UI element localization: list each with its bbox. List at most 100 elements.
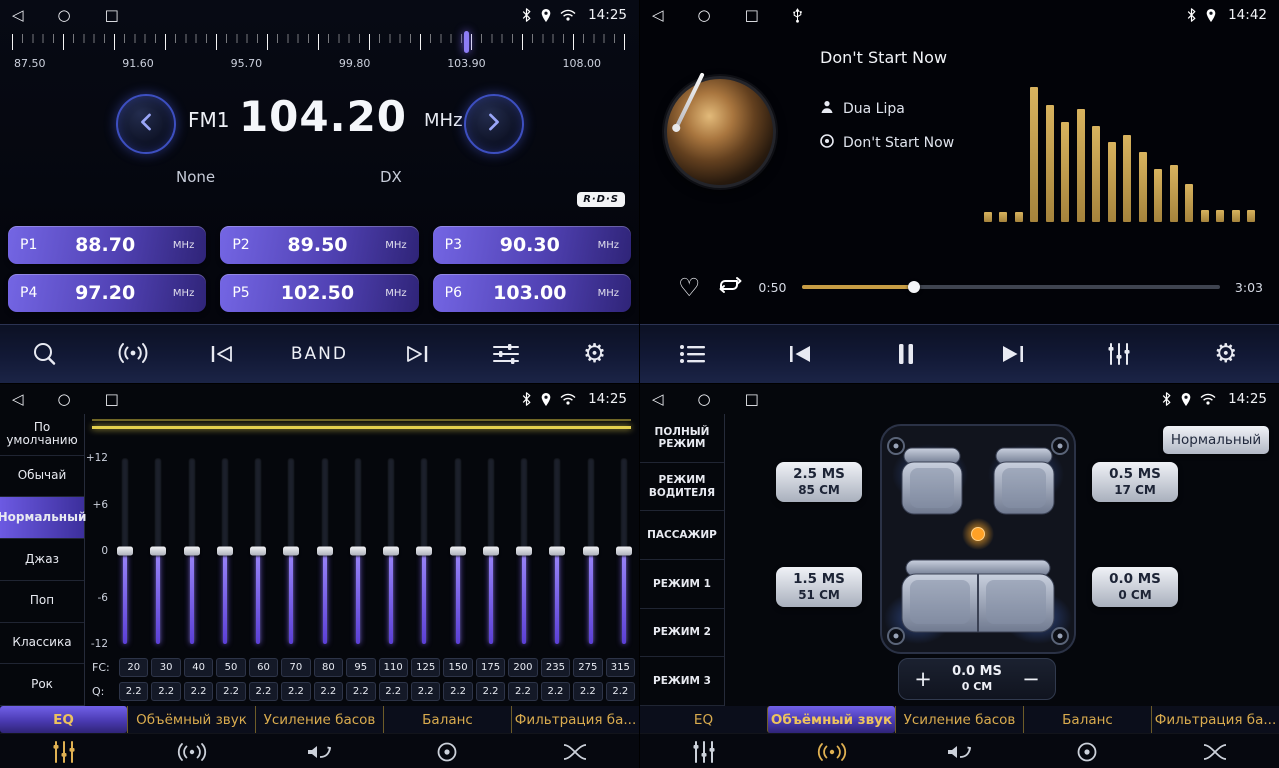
previous-button[interactable] [202,344,242,364]
recents-icon[interactable]: □ [105,392,119,407]
radio-preset-button[interactable]: P3 90.30 MHz [433,226,631,264]
radio-preset-button[interactable]: P4 97.20 MHz [8,274,206,312]
recents-icon[interactable]: □ [745,8,759,23]
bass-boost-icon[interactable] [256,741,384,763]
back-icon[interactable]: ◁ [652,8,664,23]
seek-bar-knob[interactable] [908,281,920,293]
slider-handle[interactable] [317,547,333,556]
eq-band-slider[interactable] [615,458,633,644]
delay-rear-right[interactable]: 0.0 MS 0 CM [1092,567,1178,607]
eq-band-slider[interactable] [349,458,367,644]
equalizer-icon[interactable] [0,740,128,764]
slider-handle[interactable] [583,547,599,556]
eq-band-slider[interactable] [116,458,134,644]
slider-handle[interactable] [383,547,399,556]
radio-preset-button[interactable]: P5 102.50 MHz [220,274,418,312]
slider-handle[interactable] [150,547,166,556]
delay-rear-left[interactable]: 1.5 MS 51 CM [776,567,862,607]
eq-band-slider[interactable] [415,458,433,644]
frequency-indicator[interactable] [464,31,469,53]
eq-preset-item[interactable]: Джаз [0,539,84,581]
audio-tab[interactable]: EQ [0,706,127,733]
eq-band-slider[interactable] [316,458,334,644]
eq-band-slider[interactable] [149,458,167,644]
audio-tab[interactable]: Баланс [383,706,511,733]
eq-preset-item[interactable]: Обычай [0,456,84,498]
eq-preset-item[interactable]: Нормальный [0,497,84,539]
equalizer-icon[interactable] [1099,342,1139,366]
balance-icon[interactable] [1023,741,1151,763]
surround-sound-icon[interactable] [128,742,256,762]
audio-tab[interactable]: Усиление басов [255,706,383,733]
filter-icon[interactable] [511,741,639,763]
bass-boost-icon[interactable] [896,741,1024,763]
seek-up-button[interactable] [464,94,524,154]
delay-front-left[interactable]: 2.5 MS 85 CM [776,462,862,502]
eq-band-slider[interactable] [249,458,267,644]
eq-band-slider[interactable] [282,458,300,644]
listening-mode-item[interactable]: РЕЖИМ 2 [640,609,724,658]
back-icon[interactable]: ◁ [12,392,24,407]
eq-band-slider[interactable] [548,458,566,644]
delay-front-right[interactable]: 0.5 MS 17 CM [1092,462,1178,502]
eq-band-slider[interactable] [449,458,467,644]
slider-handle[interactable] [250,547,266,556]
home-icon[interactable]: ○ [58,8,71,23]
scan-button[interactable] [24,341,64,367]
listening-mode-item[interactable]: РЕЖИМ 3 [640,657,724,706]
slider-handle[interactable] [483,547,499,556]
eq-preset-item[interactable]: Поп [0,581,84,623]
previous-track-button[interactable] [780,344,820,364]
settings-gear-icon[interactable]: ⚙ [574,341,614,367]
slider-handle[interactable] [350,547,366,556]
seek-down-button[interactable] [116,94,176,154]
car-cabin-graphic[interactable] [878,422,1078,656]
eq-preset-item[interactable]: Классика [0,623,84,665]
surround-sound-icon[interactable] [768,742,896,762]
listening-mode-item[interactable]: ПАССАЖИР [640,511,724,560]
eq-band-slider[interactable] [183,458,201,644]
seek-bar[interactable] [802,285,1220,289]
slider-handle[interactable] [184,547,200,556]
recents-icon[interactable]: □ [105,8,119,23]
favorite-button[interactable]: ♡ [678,275,700,300]
increase-button[interactable]: + [911,669,935,690]
tune-settings-icon[interactable] [486,343,526,365]
pause-button[interactable] [886,342,926,366]
repeat-button[interactable] [715,275,743,299]
eq-band-slider[interactable] [515,458,533,644]
listening-mode-item[interactable]: РЕЖИМ 1 [640,560,724,609]
equalizer-icon[interactable] [640,740,768,764]
decrease-button[interactable]: − [1019,669,1043,690]
balance-icon[interactable] [383,741,511,763]
recents-icon[interactable]: □ [745,392,759,407]
next-button[interactable] [397,344,437,364]
audio-tab[interactable]: Усиление басов [895,706,1023,733]
slider-handle[interactable] [217,547,233,556]
playlist-icon[interactable] [673,344,713,364]
next-track-button[interactable] [993,344,1033,364]
audio-tab[interactable]: Фильтрация ба... [511,706,639,733]
eq-preset-item[interactable]: По умолчанию [0,414,84,456]
slider-handle[interactable] [416,547,432,556]
slider-handle[interactable] [450,547,466,556]
audio-tab[interactable]: Объёмный звук [767,706,895,733]
slider-handle[interactable] [616,547,632,556]
eq-band-slider[interactable] [582,458,600,644]
radio-preset-button[interactable]: P6 103.00 MHz [433,274,631,312]
filter-icon[interactable] [1151,741,1279,763]
band-button[interactable]: BAND [291,344,348,364]
home-icon[interactable]: ○ [698,8,711,23]
audio-tab[interactable]: Фильтрация ба... [1151,706,1279,733]
radio-preset-button[interactable]: P2 89.50 MHz [220,226,418,264]
tuning-scale[interactable]: 87.5091.6095.7099.80103.90108.00 [12,34,627,70]
audio-tab[interactable]: EQ [640,706,767,733]
field-preset-button[interactable]: Нормальный [1163,426,1269,454]
broadcast-icon[interactable] [113,342,153,366]
back-icon[interactable]: ◁ [652,392,664,407]
listening-mode-item[interactable]: ПОЛНЫЙ РЕЖИМ [640,414,724,463]
home-icon[interactable]: ○ [698,392,711,407]
settings-gear-icon[interactable]: ⚙ [1206,341,1246,367]
eq-band-slider[interactable] [216,458,234,644]
slider-handle[interactable] [516,547,532,556]
